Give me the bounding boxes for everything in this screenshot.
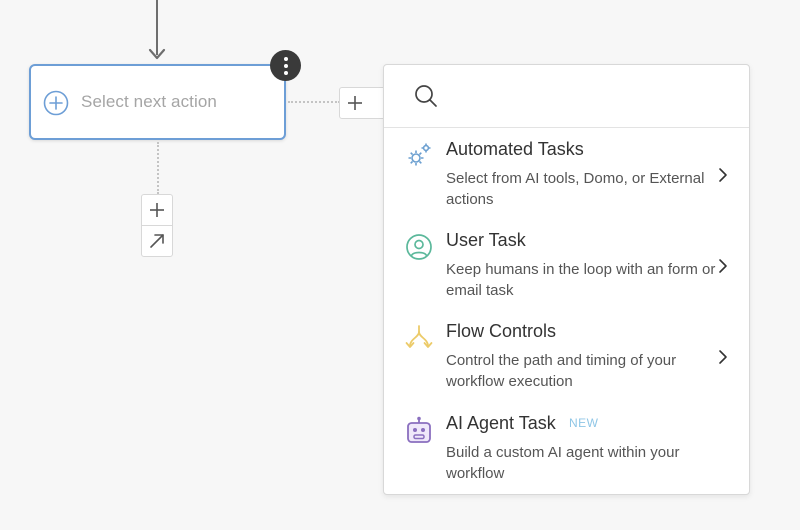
search-bar	[384, 65, 749, 128]
new-badge: NEW	[569, 416, 599, 430]
menu-item-description: Keep humans in the loop with an form or …	[446, 261, 716, 299]
user-circle-icon	[406, 234, 432, 260]
chevron-right-icon	[719, 350, 727, 364]
menu-item-title: User Task	[446, 230, 526, 250]
menu-item-description: Select from AI tools, Domo, or External …	[446, 170, 705, 208]
search-input[interactable]	[450, 79, 730, 113]
arrow-up-right-icon	[150, 234, 164, 248]
menu-item-automated-tasks[interactable]: Automated Tasks Select from AI tools, Do…	[384, 131, 749, 221]
chevron-right-icon	[719, 168, 727, 182]
gears-icon	[408, 143, 431, 166]
menu-item-description: Build a custom AI agent within your work…	[446, 444, 680, 482]
right-secondary-button[interactable]	[370, 87, 384, 119]
menu-item-flow-controls[interactable]: Flow Controls Control the path and timin…	[384, 313, 749, 403]
menu-item-title: AI Agent Task	[446, 413, 556, 433]
more-vertical-icon[interactable]	[270, 50, 301, 81]
plus-icon	[348, 96, 362, 110]
menu-item-description: Control the path and timing of your work…	[446, 352, 677, 390]
menu-item-title: Flow Controls	[446, 321, 557, 341]
add-below-button[interactable]	[141, 194, 173, 226]
select-next-action-node[interactable]: Select next action	[29, 64, 286, 140]
down-connector-line	[157, 142, 159, 194]
right-connector-line	[288, 101, 340, 103]
menu-item-title: Automated Tasks	[446, 139, 584, 159]
arrow-down-icon	[148, 48, 166, 60]
robot-icon	[407, 416, 431, 443]
menu-item-ai-agent-task[interactable]: AI Agent Task NEW Build a custom AI agen…	[384, 405, 749, 495]
menu-item-user-task[interactable]: User Task Keep humans in the loop with a…	[384, 222, 749, 312]
action-picker-panel: Automated Tasks Select from AI tools, Do…	[383, 64, 750, 495]
add-right-button[interactable]	[339, 87, 371, 119]
branch-icon	[405, 325, 433, 348]
plus-icon	[150, 203, 164, 217]
plus-circle-icon	[43, 90, 69, 116]
node-label: Select next action	[81, 92, 217, 111]
chevron-right-icon	[719, 259, 727, 273]
jump-to-button[interactable]	[141, 225, 173, 257]
workflow-canvas: Select next action Automated Tasks Selec…	[0, 0, 800, 530]
search-icon	[415, 85, 437, 107]
